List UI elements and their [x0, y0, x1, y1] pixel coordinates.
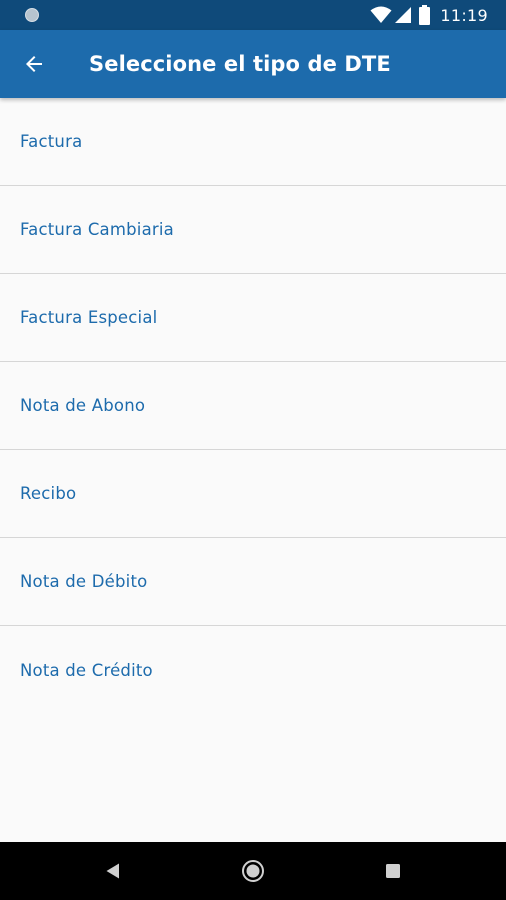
arrow-left-icon [26, 56, 42, 72]
list-item-factura-cambiaria[interactable]: Factura Cambiaria [0, 186, 506, 274]
list-item-label: Factura Especial [20, 308, 158, 327]
nav-recent-button[interactable] [363, 842, 423, 900]
nav-back-icon [106, 863, 119, 879]
app-bar: Seleccione el tipo de DTE [0, 30, 506, 98]
list-item-label: Factura Cambiaria [20, 220, 174, 239]
system-nav-bar [0, 842, 506, 900]
cell-signal-icon [395, 7, 412, 23]
list-item-factura-especial[interactable]: Factura Especial [0, 274, 506, 362]
list-item-recibo[interactable]: Recibo [0, 450, 506, 538]
list-item-label: Nota de Crédito [20, 660, 153, 680]
nav-home-button[interactable] [223, 842, 283, 900]
page-title: Seleccione el tipo de DTE [89, 52, 391, 76]
status-time: 11:19 [440, 5, 488, 25]
wifi-icon [370, 6, 392, 24]
list-item-nota-de-debito[interactable]: Nota de Débito [0, 538, 506, 626]
list-item-label: Recibo [20, 484, 77, 503]
list-item-nota-de-credito[interactable]: Nota de Crédito [0, 626, 506, 714]
status-bar: 11:19 [0, 0, 506, 30]
list-item-label: Factura [20, 132, 83, 151]
battery-icon [419, 5, 431, 25]
nav-home-icon [242, 860, 264, 882]
notification-dot-icon [25, 8, 39, 22]
status-icons: 11:19 [370, 0, 488, 30]
list-item-nota-de-abono[interactable]: Nota de Abono [0, 362, 506, 450]
list-item-factura[interactable]: Factura [0, 98, 506, 186]
nav-back-button[interactable] [83, 842, 143, 900]
nav-recent-icon [386, 864, 400, 878]
document-type-list: Factura Factura Cambiaria Factura Especi… [0, 98, 506, 714]
list-item-label: Nota de Débito [20, 572, 148, 591]
back-button[interactable] [14, 44, 54, 84]
list-item-label: Nota de Abono [20, 396, 146, 415]
